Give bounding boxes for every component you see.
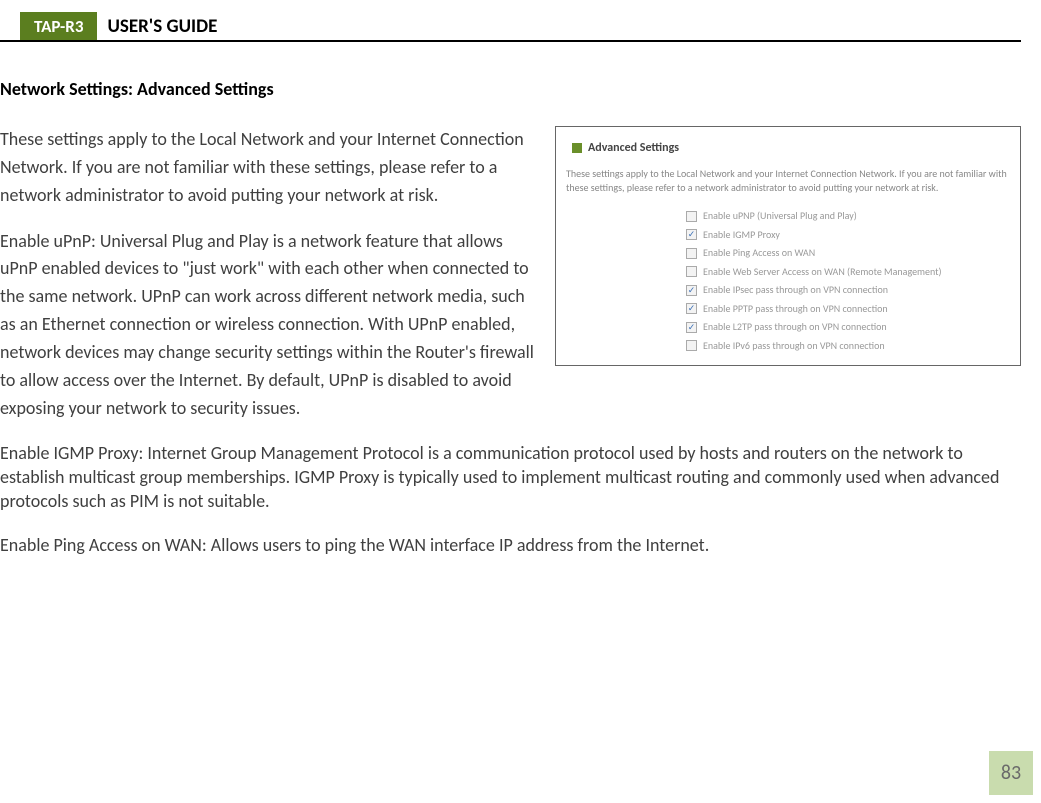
- option-ipv6: Enable IPv6 pass through on VPN connecti…: [686, 338, 1010, 354]
- option-label: Enable IGMP Proxy: [703, 227, 780, 243]
- settings-screenshot: Advanced Settings These settings apply t…: [555, 126, 1021, 366]
- screenshot-title: Advanced Settings: [588, 139, 679, 158]
- option-label: Enable IPsec pass through on VPN connect…: [703, 282, 888, 298]
- square-bullet-icon: [572, 143, 582, 153]
- option-pptp: ✓ Enable PPTP pass through on VPN connec…: [686, 301, 1010, 317]
- option-label: Enable IPv6 pass through on VPN connecti…: [703, 338, 885, 354]
- option-label: Enable Ping Access on WAN: [703, 245, 815, 261]
- option-label: Enable Web Server Access on WAN (Remote …: [703, 264, 942, 280]
- option-label: Enable PPTP pass through on VPN connecti…: [703, 301, 888, 317]
- document-header: TAP-R3 USER'S GUIDE: [0, 12, 1021, 42]
- checkbox-icon: ✓: [686, 303, 697, 314]
- page-number: 83: [989, 751, 1033, 795]
- header-spacer: [0, 12, 20, 40]
- option-upnp: Enable uPNP (Universal Plug and Play): [686, 208, 1010, 224]
- checkbox-icon: ✓: [686, 322, 697, 333]
- checkbox-icon: [686, 340, 697, 351]
- page-content: Network Settings: Advanced Settings Adva…: [0, 42, 1041, 560]
- option-label: Enable L2TP pass through on VPN connecti…: [703, 319, 887, 335]
- option-label: Enable uPNP (Universal Plug and Play): [703, 208, 857, 224]
- option-l2tp: ✓ Enable L2TP pass through on VPN connec…: [686, 319, 1010, 335]
- screenshot-title-row: Advanced Settings: [572, 139, 1010, 158]
- option-web-server: Enable Web Server Access on WAN (Remote …: [686, 264, 1010, 280]
- guide-title: USER'S GUIDE: [97, 12, 227, 40]
- ping-paragraph: Enable Ping Access on WAN: Allows users …: [0, 532, 1021, 560]
- model-tag: TAP-R3: [20, 12, 97, 40]
- checkbox-icon: [686, 211, 697, 222]
- screenshot-options: Enable uPNP (Universal Plug and Play) ✓ …: [686, 208, 1010, 353]
- checkbox-icon: ✓: [686, 229, 697, 240]
- checkbox-icon: [686, 266, 697, 277]
- option-igmp: ✓ Enable IGMP Proxy: [686, 227, 1010, 243]
- option-ping: Enable Ping Access on WAN: [686, 245, 1010, 261]
- checkbox-icon: [686, 248, 697, 259]
- section-title: Network Settings: Advanced Settings: [0, 76, 1021, 104]
- checkbox-icon: ✓: [686, 285, 697, 296]
- option-ipsec: ✓ Enable IPsec pass through on VPN conne…: [686, 282, 1010, 298]
- igmp-paragraph: Enable IGMP Proxy: Internet Group Manage…: [0, 441, 1021, 514]
- screenshot-description: These settings apply to the Local Networ…: [566, 167, 1010, 194]
